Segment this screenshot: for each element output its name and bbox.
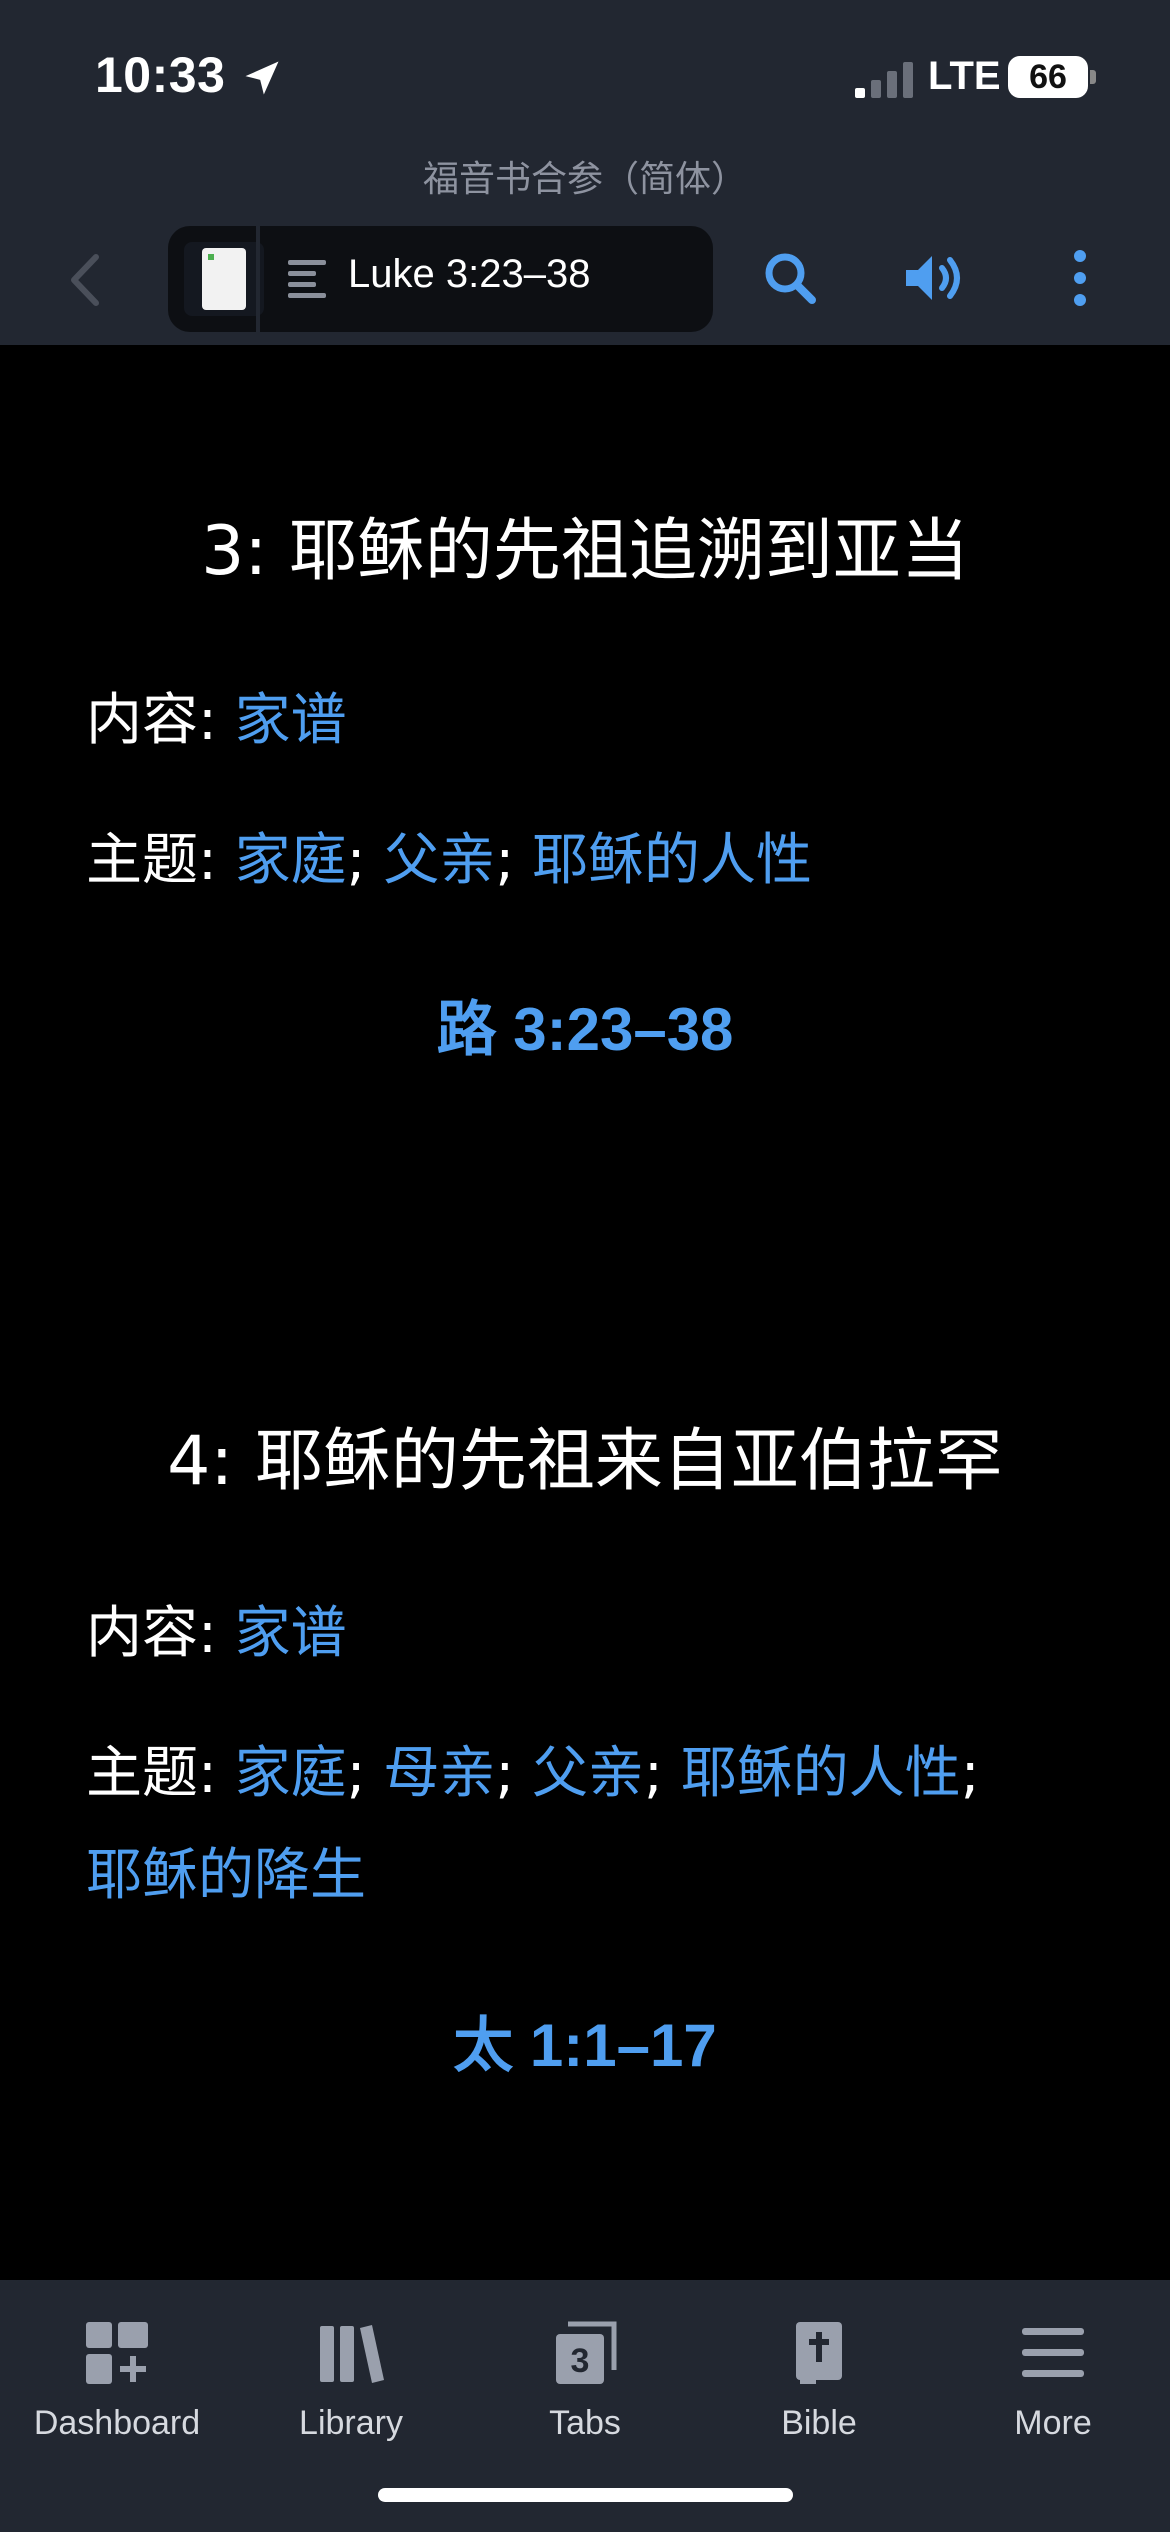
tab-label: Dashboard [33,2404,201,2442]
tab-label: Tabs [549,2404,621,2442]
battery-tip [1090,70,1096,84]
library-icon [320,2325,384,2383]
topic-link[interactable]: 父亲 [532,1741,644,1806]
topic-separator: ; [495,828,533,893]
speaker-audio-icon[interactable] [902,246,966,310]
topic-link[interactable]: 父亲 [383,828,495,893]
content-label: 内容: [86,1601,235,1666]
passage-link[interactable]: 路 3:23–38 [0,981,1170,1068]
reference-selector[interactable]: Luke 3:23–38 [168,226,713,332]
content-label: 内容: [86,688,235,753]
content-line: 内容: 家谱 [86,1588,347,1669]
battery-icon: 66 [1008,56,1088,98]
topic-separator: ; [495,1741,533,1806]
cellular-signal-icon [855,62,913,98]
content-link[interactable]: 家谱 [235,1601,347,1666]
dashboard-icon [86,2322,148,2384]
topic-link[interactable]: 耶稣的人性 [681,1741,961,1806]
topic-link[interactable]: 耶稣的人性 [532,828,812,893]
more-options-icon[interactable] [1048,246,1112,310]
section-heading: 4: 耶稣的先祖来自亚伯拉罕 [167,1422,1003,1501]
bible-icon [796,2322,842,2384]
topics-line-continued: 耶稣的降生 [86,1830,366,1911]
topic-link[interactable]: 家庭 [235,828,347,893]
tab-label: Bible [781,2404,857,2442]
tab-tabs[interactable]: 3 Tabs [468,2300,702,2500]
back-chevron-icon[interactable] [60,245,110,315]
topic-link[interactable]: 耶稣的降生 [86,1843,366,1908]
home-indicator[interactable] [378,2488,793,2502]
topic-separator: ; [644,1741,681,1806]
content-line: 内容: 家谱 [86,675,347,756]
resource-title: 福音书合参（简体） [422,159,747,200]
tabs-icon: 3 [556,2321,617,2384]
topic-link[interactable]: 母亲 [383,1741,495,1806]
book-cover-page [202,248,246,310]
tab-label: Library [299,2404,403,2442]
topics-label: 主题: [86,828,235,893]
section-heading: 3: 耶稣的先祖追溯到亚当 [201,512,969,591]
location-arrow-icon [245,61,279,95]
topic-separator: ; [346,828,384,893]
top-bar: 10:33 LTE 66 福音书合参（简体） Luke 3:23–38 [0,0,1170,345]
tab-bible[interactable]: Bible [702,2300,936,2500]
topics-label: 主题: [86,1741,235,1806]
topic-separator: ; [960,1741,980,1806]
content-link[interactable]: 家谱 [235,688,347,753]
tab-library[interactable]: Library [234,2300,468,2500]
network-type: LTE [928,54,1001,98]
status-time: 10:33 [95,47,226,103]
status-bar: 10:33 LTE 66 [0,0,1170,150]
topic-separator: ; [346,1741,384,1806]
reference-divider [256,226,260,332]
table-of-contents-icon[interactable] [288,258,326,300]
tab-more[interactable]: More [936,2300,1170,2500]
topic-link[interactable]: 家庭 [235,1741,347,1806]
search-icon[interactable] [758,246,822,310]
book-cover-thumbnail[interactable] [184,242,264,316]
current-reference[interactable]: Luke 3:23–38 [348,252,590,297]
topics-line: 主题: 家庭; 父亲; 耶稣的人性 [86,815,812,896]
topics-line: 主题: 家庭; 母亲; 父亲; 耶稣的人性; [86,1728,980,1809]
reading-pane: 3: 耶稣的先祖追溯到亚当 内容: 家谱 主题: 家庭; 父亲; 耶稣的人性 路… [0,345,1170,2280]
tab-dashboard[interactable]: Dashboard [0,2300,234,2500]
passage-link[interactable]: 太 1:1–17 [0,1997,1170,2084]
tab-label: More [1014,2404,1092,2442]
tabs-count: 3 [571,2342,590,2380]
menu-icon [1022,2328,1084,2377]
